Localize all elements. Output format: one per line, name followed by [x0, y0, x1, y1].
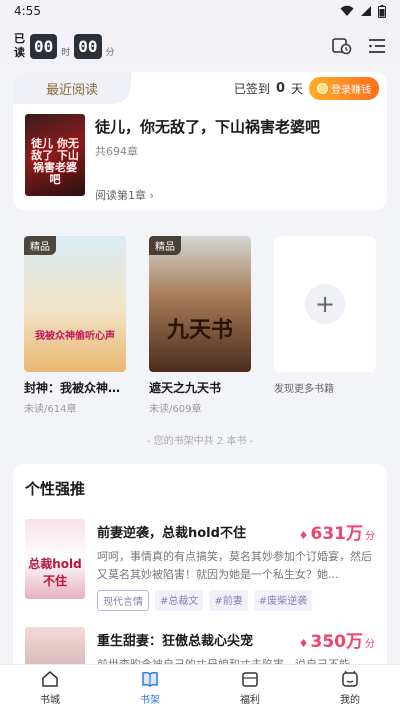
recommend-name[interactable]: 重生甜妻：狂傲总裁心尖宠 — [97, 630, 253, 649]
recommend-cover-text: 总裁hold不住 — [28, 557, 82, 588]
nav-item-profile[interactable]: 我的 — [300, 665, 400, 710]
nav-item-bookstore[interactable]: 书城 — [0, 665, 100, 710]
tag[interactable]: 现代言情 — [97, 590, 149, 611]
shelf-cover-text: 我被众神偷听心声 — [35, 331, 115, 342]
continue-reading-link[interactable]: 阅读第1章 › — [95, 187, 375, 203]
gift-icon — [242, 671, 258, 687]
premium-badge: 精品 — [24, 236, 56, 255]
book-icon — [142, 671, 158, 687]
recent-header: 最近阅读 已签到 0 天 登录赚钱 — [13, 72, 387, 104]
recommend-row: 重生甜妻：狂傲总裁心尖宠 ♦ 350万 分 — [97, 627, 375, 652]
heat-score: ♦ 631万 分 — [299, 519, 375, 544]
top-actions — [332, 37, 386, 55]
shelf-cover-text: 九天书 — [166, 318, 233, 343]
minutes-unit: 分 — [105, 48, 115, 58]
shelf-book-cover[interactable]: 精品 我被众神偷听心声 — [24, 236, 126, 372]
hours-value: 00 — [30, 33, 58, 59]
shelf-book-name: 封神：我被众神偷听心声 — [24, 381, 126, 395]
profile-icon — [342, 670, 358, 687]
recent-reading-card[interactable]: 最近阅读 已签到 0 天 登录赚钱 徒儿 你无敌了 下山祸害老婆吧 徒儿，你无敌… — [13, 72, 387, 210]
signin-area: 已签到 0 天 登录赚钱 — [233, 76, 387, 100]
shelf-book-name: 遮天之九天书 — [149, 381, 222, 395]
reading-time: 已读 00 时 00 分 — [14, 32, 115, 60]
recent-book-progress: 阅读第1章 — [95, 189, 146, 202]
heat-score: ♦ 350万 分 — [299, 627, 375, 652]
chevron-right-icon: › — [149, 189, 154, 202]
nav-label: 我的 — [340, 694, 360, 706]
hours-unit: 时 — [61, 48, 71, 58]
recommend-card: 个性强推 总裁hold不住 前妻逆袭，总裁hold不住 ♦ 631万 分 呵呵，… — [13, 464, 387, 674]
recent-tab-label: 最近阅读 — [45, 82, 98, 98]
tag[interactable]: #前妻 — [209, 590, 248, 611]
shelf-count: - 您的书架中共 2 本书 - — [146, 436, 254, 447]
nav-label: 书城 — [40, 694, 60, 706]
tag[interactable]: #废柴逆袭 — [253, 590, 313, 611]
shelf-book-status: 未读/614章 — [24, 404, 77, 415]
recommend-row: 前妻逆袭，总裁hold不住 ♦ 631万 分 — [97, 519, 375, 544]
recent-cover-text: 徒儿 你无敌了 下山祸害老婆吧 — [31, 137, 79, 186]
signin-prefix: 已签到 — [233, 81, 270, 96]
tag[interactable]: #总裁文 — [155, 590, 204, 611]
plus-icon: + — [305, 284, 345, 324]
bottom-nav: 书城 书架 福利 我的 — [0, 664, 400, 710]
recommend-title: 个性强推 — [25, 480, 86, 498]
signin-unit: 天 — [290, 81, 303, 96]
earn-button-label: 登录赚钱 — [331, 84, 371, 96]
premium-badge: 精品 — [149, 236, 181, 255]
wifi-icon — [340, 5, 354, 16]
flame-icon: ♦ — [298, 529, 309, 542]
bookshelf: 精品 我被众神偷听心声 封神：我被众神偷听心声 未读/614章 精品 九天书 遮… — [24, 236, 376, 415]
history-icon[interactable] — [332, 37, 352, 55]
discover-more[interactable]: + 发现更多书籍 — [274, 236, 376, 415]
reading-time-label: 已读 — [14, 32, 25, 59]
heat-value: 350万 — [310, 632, 364, 652]
shelf-book-cover[interactable]: 精品 九天书 — [149, 236, 251, 372]
recent-book[interactable]: 徒儿 你无敌了 下山祸害老婆吧 徒儿，你无敌了，下山祸害老婆吧 共694章 阅读… — [13, 104, 387, 203]
status-bar: 4:55 — [0, 0, 400, 22]
recommend-name[interactable]: 前妻逆袭，总裁hold不住 — [97, 522, 246, 541]
nav-label: 福利 — [240, 694, 260, 706]
recent-book-chapters: 共694章 — [95, 145, 138, 158]
coin-icon — [317, 82, 328, 94]
status-time: 4:55 — [14, 4, 41, 18]
shelf-book-status: 未读/609章 — [149, 404, 202, 415]
recommend-cover[interactable]: 总裁hold不住 — [25, 519, 85, 599]
nav-label: 书架 — [140, 694, 160, 706]
recent-book-info: 徒儿，你无敌了，下山祸害老婆吧 共694章 阅读第1章 › — [95, 114, 375, 203]
recommend-item[interactable]: 总裁hold不住 前妻逆袭，总裁hold不住 ♦ 631万 分 呵呵，事情真的有… — [13, 507, 387, 611]
menu-icon[interactable] — [368, 38, 386, 54]
nav-item-welfare[interactable]: 福利 — [200, 665, 300, 710]
tag-list: 现代言情 #总裁文 #前妻 #废柴逆袭 — [97, 590, 375, 611]
heat-unit: 分 — [365, 531, 375, 542]
nav-item-bookshelf[interactable]: 书架 — [100, 665, 200, 710]
home-icon — [42, 670, 58, 687]
signin-days: 0 — [275, 80, 285, 96]
top-bar: 已读 00 时 00 分 — [0, 22, 400, 70]
shelf-book[interactable]: 精品 九天书 遮天之九天书 未读/609章 — [149, 236, 251, 415]
battery-icon — [378, 4, 386, 18]
flame-icon: ♦ — [298, 637, 309, 650]
status-icons — [340, 4, 386, 18]
recent-book-title[interactable]: 徒儿，你无敌了，下山祸害老婆吧 — [95, 116, 375, 137]
recent-book-cover[interactable]: 徒儿 你无敌了 下山祸害老婆吧 — [25, 114, 85, 196]
heat-unit: 分 — [365, 639, 375, 650]
add-book-button[interactable]: + — [274, 236, 376, 372]
shelf-book[interactable]: 精品 我被众神偷听心声 封神：我被众神偷听心声 未读/614章 — [24, 236, 126, 415]
recommend-info: 前妻逆袭，总裁hold不住 ♦ 631万 分 呵呵，事情真的有点搞笑，莫名其妙参… — [97, 519, 375, 611]
minutes-value: 00 — [74, 33, 102, 59]
recent-tab: 最近阅读 — [13, 72, 131, 104]
recommend-desc: 呵呵，事情真的有点搞笑，莫名其妙参加个订婚宴，然后又莫名其妙被陷害！就因为她是一… — [97, 550, 372, 581]
discover-more-label: 发现更多书籍 — [274, 384, 334, 395]
signal-icon — [361, 6, 371, 16]
heat-value: 631万 — [310, 524, 364, 544]
earn-button[interactable]: 登录赚钱 — [309, 76, 379, 100]
